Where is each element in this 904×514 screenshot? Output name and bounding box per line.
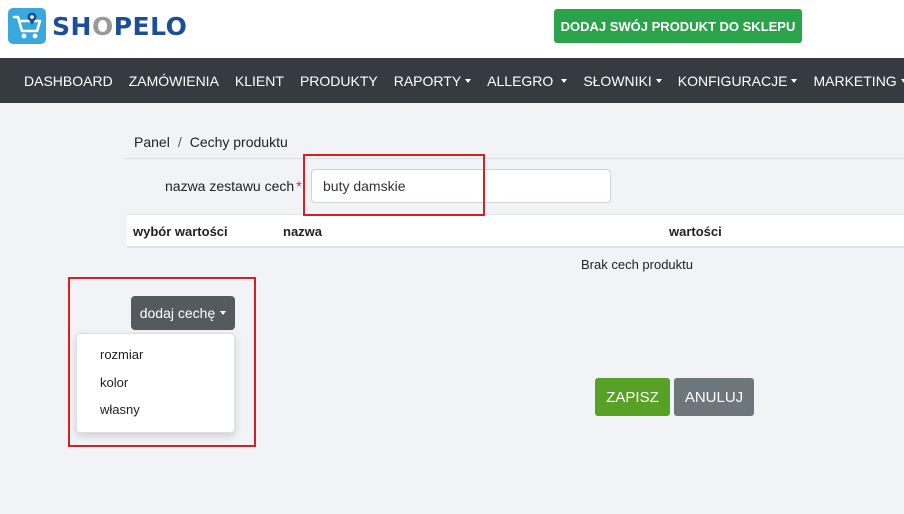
breadcrumb: Panel / Cechy produktu — [124, 125, 904, 159]
shopelo-logo[interactable]: SHOPELO — [8, 8, 187, 44]
nav-marketing[interactable]: MARKETING — [805, 73, 904, 89]
add-feature-label: dodaj cechę — [139, 305, 216, 321]
nav-dashboard-label: DASHBOARD — [24, 72, 113, 89]
nav-orders[interactable]: ZAMÓWIENIA — [121, 73, 227, 89]
add-feature-dropdown-menu: rozmiar kolor własny — [76, 333, 235, 433]
nav-dashboard[interactable]: DASHBOARD — [16, 73, 121, 89]
shopping-cart-logo-icon — [8, 8, 46, 44]
nav-reports[interactable]: RAPORTY — [386, 73, 479, 89]
logo-text: SHOPELO — [52, 11, 188, 41]
column-header-value-choice: wybór wartości — [133, 224, 228, 239]
breadcrumb-separator: / — [177, 133, 182, 150]
nav-dictionaries[interactable]: SŁOWNIKI — [575, 73, 669, 89]
main-navbar: DASHBOARD ZAMÓWIENIA KLIENT PRODUKTY RAP… — [0, 58, 904, 103]
features-table-header: wybór wartości nazwa wartości — [127, 214, 904, 248]
nav-allegro[interactable]: ALLEGRO — [479, 73, 575, 89]
column-header-values: wartości — [669, 224, 722, 239]
add-your-product-button[interactable]: DODAJ SWÓJ PRODUKT DO SKLEPU — [554, 9, 802, 43]
nav-products[interactable]: PRODUKTY — [292, 73, 386, 89]
nav-products-label: PRODUKTY — [299, 72, 378, 89]
top-header: SHOPELO DODAJ SWÓJ PRODUKT DO SKLEPU — [0, 0, 904, 58]
nav-configuration[interactable]: KONFIGURACJE — [670, 73, 806, 89]
caret-down-icon — [561, 78, 568, 83]
nav-client[interactable]: KLIENT — [227, 73, 292, 89]
breadcrumb-current: Cechy produktu — [189, 133, 288, 150]
add-feature-dropdown-button[interactable]: dodaj cechę — [131, 296, 235, 330]
save-button[interactable]: ZAPISZ — [595, 378, 670, 416]
menu-item-custom[interactable]: własny — [77, 396, 234, 424]
set-name-label-text: nazwa zestawu cech — [165, 178, 295, 194]
nav-marketing-label: MARKETING — [813, 72, 897, 89]
caret-down-icon — [465, 78, 472, 83]
empty-table-message: Brak cech produktu — [581, 257, 694, 272]
required-marker: * — [296, 178, 302, 194]
menu-item-color[interactable]: kolor — [77, 369, 234, 397]
caret-down-icon — [655, 78, 662, 83]
nav-allegro-label: ALLEGRO — [487, 72, 554, 89]
caret-down-icon — [220, 311, 227, 315]
set-name-label: nazwa zestawu cech * — [165, 178, 302, 194]
caret-down-icon — [791, 78, 798, 83]
nav-reports-label: RAPORTY — [393, 72, 462, 89]
cancel-button[interactable]: ANULUJ — [674, 378, 754, 416]
nav-orders-label: ZAMÓWIENIA — [128, 72, 219, 89]
nav-client-label: KLIENT — [234, 72, 284, 89]
nav-configuration-label: KONFIGURACJE — [677, 72, 788, 89]
set-name-input[interactable] — [311, 169, 611, 203]
column-header-name: nazwa — [283, 224, 323, 239]
nav-dictionaries-label: SŁOWNIKI — [583, 72, 652, 89]
breadcrumb-root-link[interactable]: Panel — [134, 134, 170, 150]
menu-item-size[interactable]: rozmiar — [77, 341, 234, 369]
